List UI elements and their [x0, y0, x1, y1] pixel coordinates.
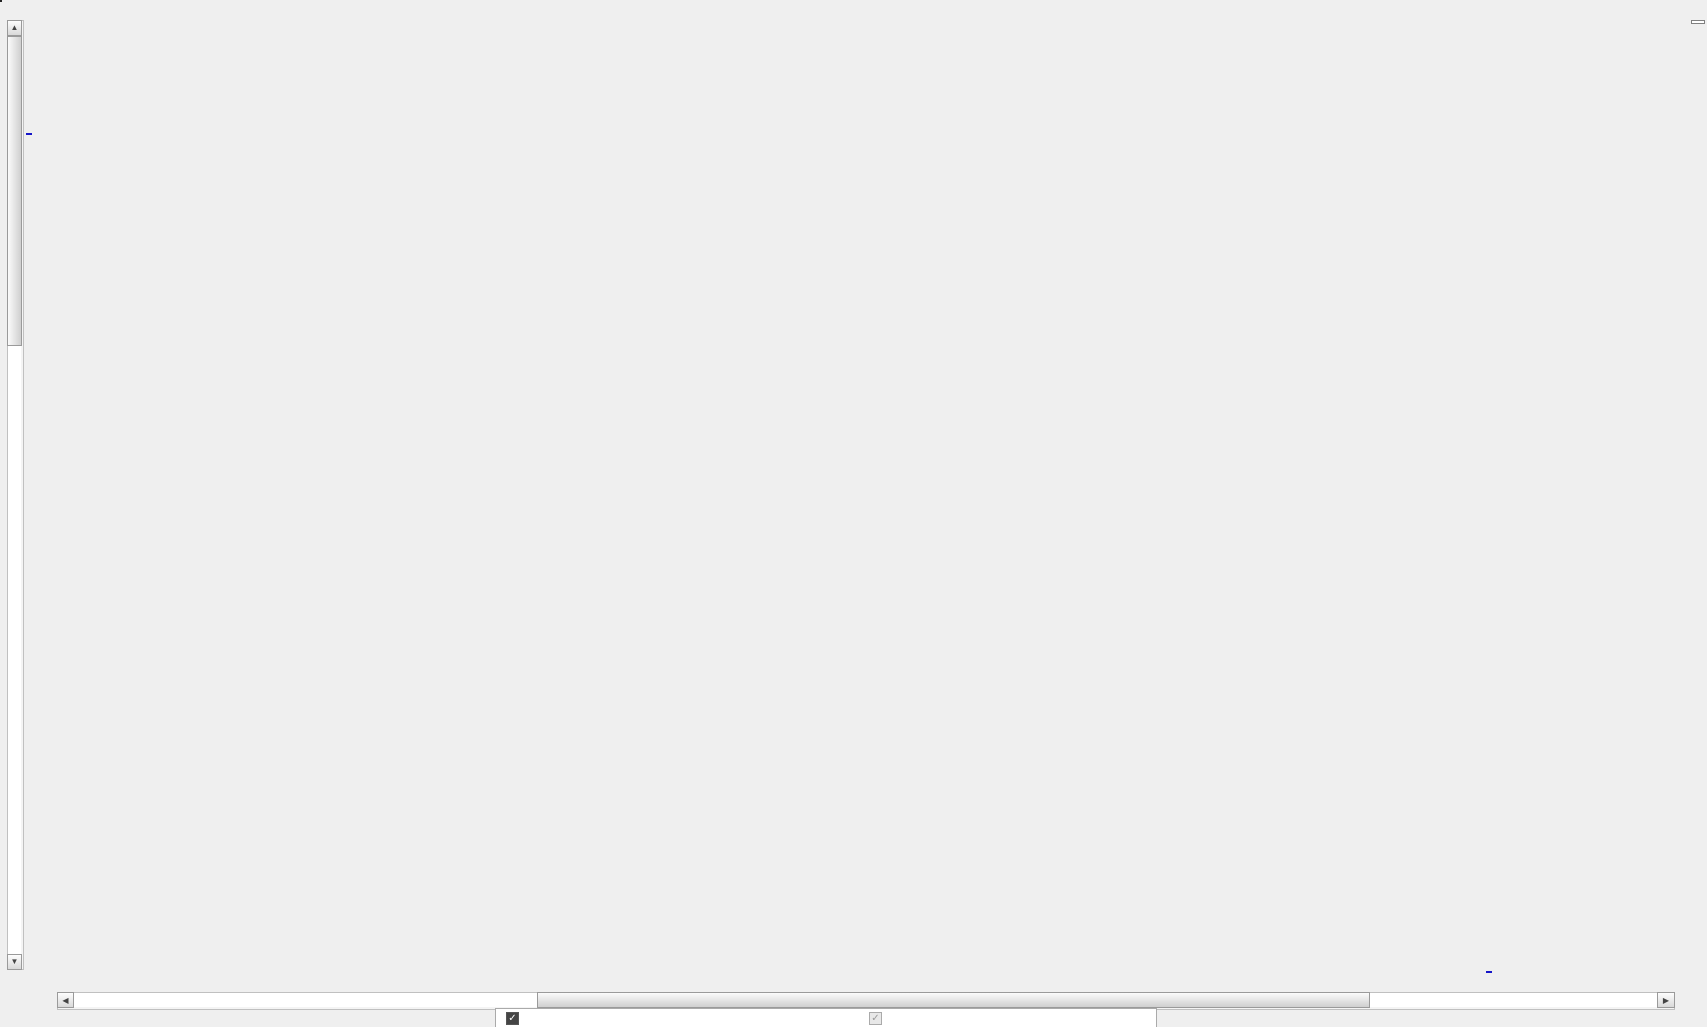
vertical-scrollbar[interactable]: ▲ ▼: [7, 20, 24, 970]
horizontal-scroll-thumb[interactable]: [537, 992, 1370, 1008]
spl-cursor-readout: [26, 133, 32, 135]
waterfall-plot[interactable]: [0, 0, 1707, 1020]
scroll-down-button[interactable]: ▼: [7, 954, 22, 970]
trace-legend-bar: ✓ ✓: [495, 1008, 1157, 1027]
vertical-scroll-thumb[interactable]: [7, 36, 22, 346]
scroll-up-button[interactable]: ▲: [7, 20, 22, 36]
waterfall-window: ▲ ▼ ◀ ▶ ✓ ✓: [0, 0, 1707, 1020]
smoothing-checkbox[interactable]: ✓: [869, 1012, 882, 1025]
scroll-right-button[interactable]: ▶: [1657, 992, 1675, 1008]
measurement-info-box: [1691, 20, 1705, 24]
freq-cursor-readout: [1486, 971, 1492, 973]
spl-colorbar: [0, 0, 2, 2]
trace-visible-checkbox[interactable]: ✓: [506, 1012, 519, 1025]
scroll-left-button[interactable]: ◀: [57, 992, 74, 1008]
